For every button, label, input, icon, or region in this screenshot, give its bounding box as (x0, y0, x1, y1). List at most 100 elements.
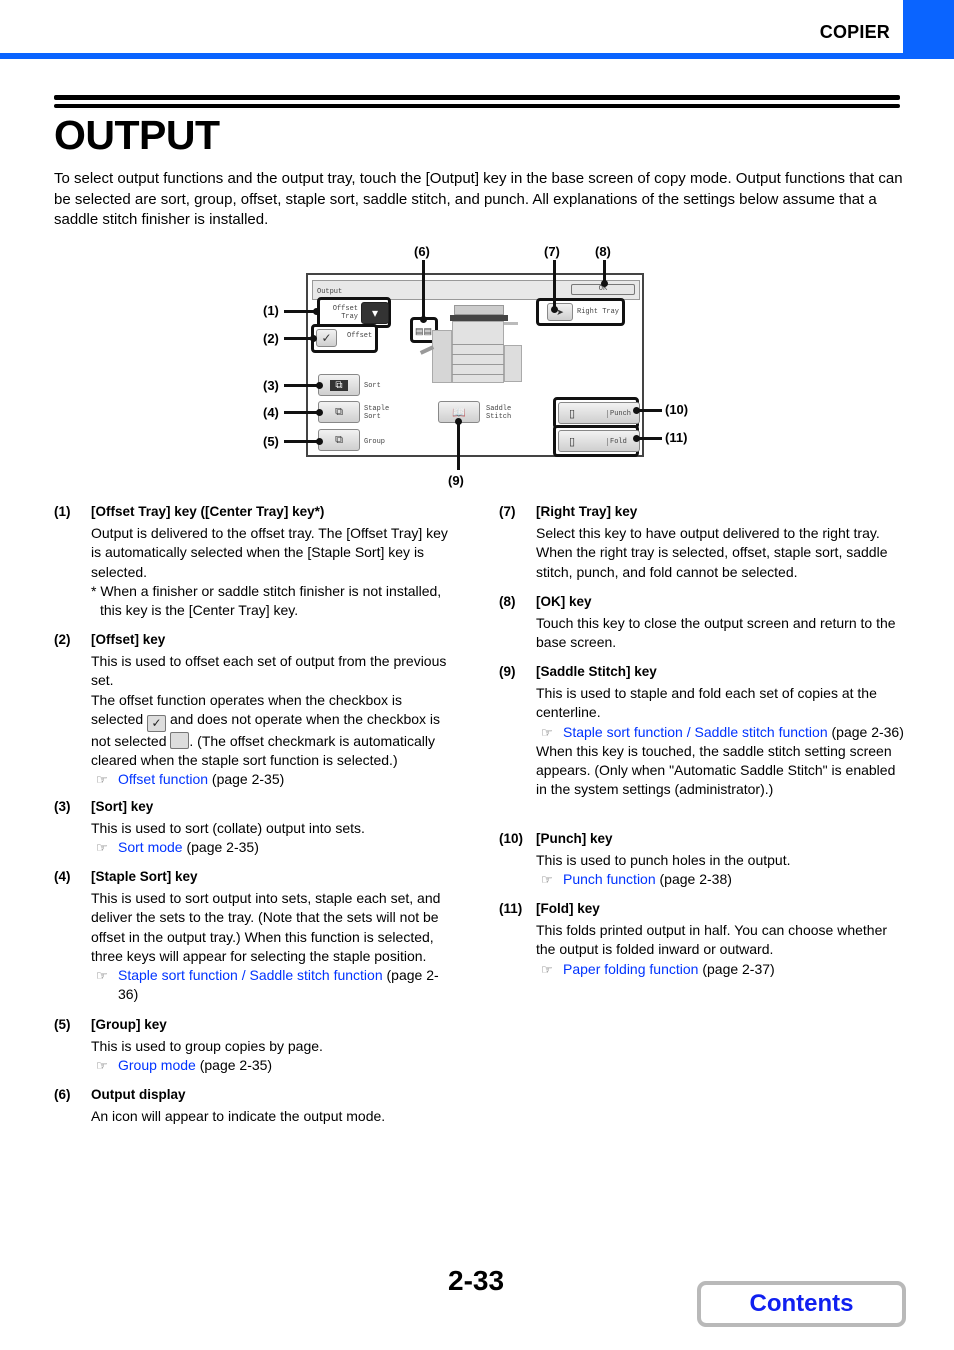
offset-tray-label-1: Offset (332, 305, 358, 313)
punch-icon: ▯ (569, 407, 576, 420)
offset-function-link[interactable]: Offset function (118, 771, 208, 787)
leader-3 (284, 384, 320, 387)
item-heading: [Offset] key (91, 632, 166, 647)
contents-button[interactable]: Contents (697, 1281, 906, 1327)
callout-1: (1) (263, 303, 279, 318)
item-group: (5) [Group] key This is used to group co… (54, 1015, 454, 1076)
item-ok: (8) [OK] key Touch this key to close the… (499, 592, 904, 653)
item-note: * When a finisher or saddle stitch finis… (91, 582, 442, 619)
item-heading: [Sort] key (91, 799, 154, 814)
item-punch: (10) [Punch] key This is used to punch h… (499, 829, 904, 890)
reference-pointer-icon: ☞ (96, 968, 108, 984)
callout-5: (5) (263, 434, 279, 449)
item-body: This is used to staple and fold each set… (536, 685, 877, 721)
callout-8: (8) (595, 244, 611, 259)
callout-7: (7) (544, 244, 560, 259)
item-number: (2) (54, 632, 71, 647)
leader-7 (553, 260, 556, 310)
item-staple-sort: (4) [Staple Sort] key This is used to so… (54, 867, 454, 1004)
tray-icon: ▾ (371, 306, 379, 320)
fold-key[interactable]: ▯ Fold (558, 430, 640, 452)
offset-label: Offset (347, 332, 373, 340)
sort-mode-link[interactable]: Sort mode (118, 839, 183, 855)
callout-11: (11) (665, 430, 688, 445)
item-body: Select this key to have output delivered… (536, 525, 888, 580)
leader-2 (284, 337, 312, 340)
callout-4: (4) (263, 405, 279, 420)
item-number: (1) (54, 504, 71, 519)
intro-paragraph: To select output functions and the outpu… (54, 170, 903, 228)
item-number: (6) (54, 1087, 71, 1102)
item-number: (11) (499, 901, 523, 916)
staple-sort-icon: ⧉ (335, 405, 343, 418)
item-output-display: (6) Output display An icon will appear t… (54, 1085, 454, 1126)
title-rule-bottom (54, 104, 900, 108)
reference-pointer-icon: ☞ (541, 961, 553, 977)
callout-10: (10) (665, 402, 689, 417)
header-tab-block (903, 0, 954, 59)
saddle-stitch-function-link[interactable]: Staple sort function / Saddle stitch fun… (563, 724, 828, 740)
item-body: Touch this key to close the output scree… (536, 615, 896, 651)
right-tray-highlight: ➤ Right Tray (536, 298, 625, 326)
sort-key[interactable]: ⧉ (318, 374, 360, 396)
check-icon: ✓ (321, 331, 332, 345)
item-number: (4) (54, 869, 71, 884)
offset-tray-key[interactable]: ▾ (361, 302, 389, 324)
item-fold: (11) [Fold] key This folds printed outpu… (499, 899, 904, 979)
item-body-2: When this key is touched, the saddle sti… (536, 742, 896, 798)
item-number: (7) (499, 504, 516, 519)
item-heading: [Offset Tray] key ([Center Tray] key*) (91, 504, 325, 519)
offset-highlight: ✓ Offset (311, 324, 378, 353)
item-heading: [Staple Sort] key (91, 869, 198, 884)
fold-highlight: ▯ Fold (553, 425, 640, 457)
group-key[interactable]: ⧉ (318, 429, 360, 451)
leader-4 (284, 411, 320, 414)
item-offset-tray: (1) [Offset Tray] key ([Center Tray] key… (54, 502, 454, 620)
leader-5 (284, 440, 320, 443)
item-heading: [Punch] key (536, 831, 613, 846)
item-heading: Output display (91, 1087, 186, 1102)
staple-sort-function-link[interactable]: Staple sort function / Saddle stitch fun… (118, 967, 383, 983)
sort-label: Sort (364, 382, 381, 390)
fold-icon: ▯ (569, 435, 576, 448)
sort-icon: ⧉ (330, 379, 348, 391)
group-icon: ⧉ (335, 433, 343, 446)
checkbox-unchecked-icon (170, 731, 190, 749)
offset-tray-label-2: Tray (341, 313, 358, 321)
reference-pointer-icon: ☞ (96, 1058, 108, 1074)
staple-sort-label-2: Sort (364, 413, 381, 421)
right-tray-label: Right Tray (577, 308, 620, 316)
leader-9 (457, 420, 460, 470)
staple-sort-key[interactable]: ⧉ (318, 401, 360, 423)
page-number: 2-33 (448, 1265, 505, 1296)
page-title: OUTPUT (54, 112, 220, 158)
reference-pointer-icon: ☞ (96, 772, 108, 788)
item-number: (3) (54, 799, 71, 814)
screen-title: Output (317, 288, 343, 296)
group-mode-link[interactable]: Group mode (118, 1057, 196, 1073)
item-body: This is used to sort (collate) output in… (91, 820, 365, 837)
reference-pointer-icon: ☞ (541, 872, 553, 888)
item-saddle-stitch: (9) [Saddle Stitch] key This is used to … (499, 662, 904, 799)
saddle-stitch-icon: 📖 (452, 406, 466, 419)
header-rule (0, 53, 954, 59)
reference-pointer-icon: ☞ (541, 724, 553, 740)
callout-6: (6) (414, 244, 430, 259)
callout-9: (9) (448, 473, 464, 488)
item-body: This folds printed output in half. You c… (536, 922, 888, 958)
leader-6 (422, 260, 425, 320)
offset-checkbox[interactable]: ✓ (316, 329, 337, 347)
saddle-stitch-label-2: Stitch (486, 413, 512, 421)
punch-function-link[interactable]: Punch function (563, 871, 656, 887)
item-offset: (2) [Offset] key This is used to offset … (54, 630, 454, 789)
copier-machine-illustration (419, 300, 525, 385)
paper-folding-function-link[interactable]: Paper folding function (563, 961, 698, 977)
leader-1 (284, 310, 316, 313)
item-heading: [Fold] key (536, 901, 600, 916)
punch-key[interactable]: ▯ Punch (558, 402, 640, 424)
item-sort: (3) [Sort] key This is used to sort (col… (54, 797, 454, 858)
item-heading: [Saddle Stitch] key (536, 664, 657, 679)
section-label: COPIER (819, 22, 890, 42)
right-tray-key[interactable]: ➤ (547, 303, 573, 321)
item-number: (5) (54, 1017, 71, 1032)
